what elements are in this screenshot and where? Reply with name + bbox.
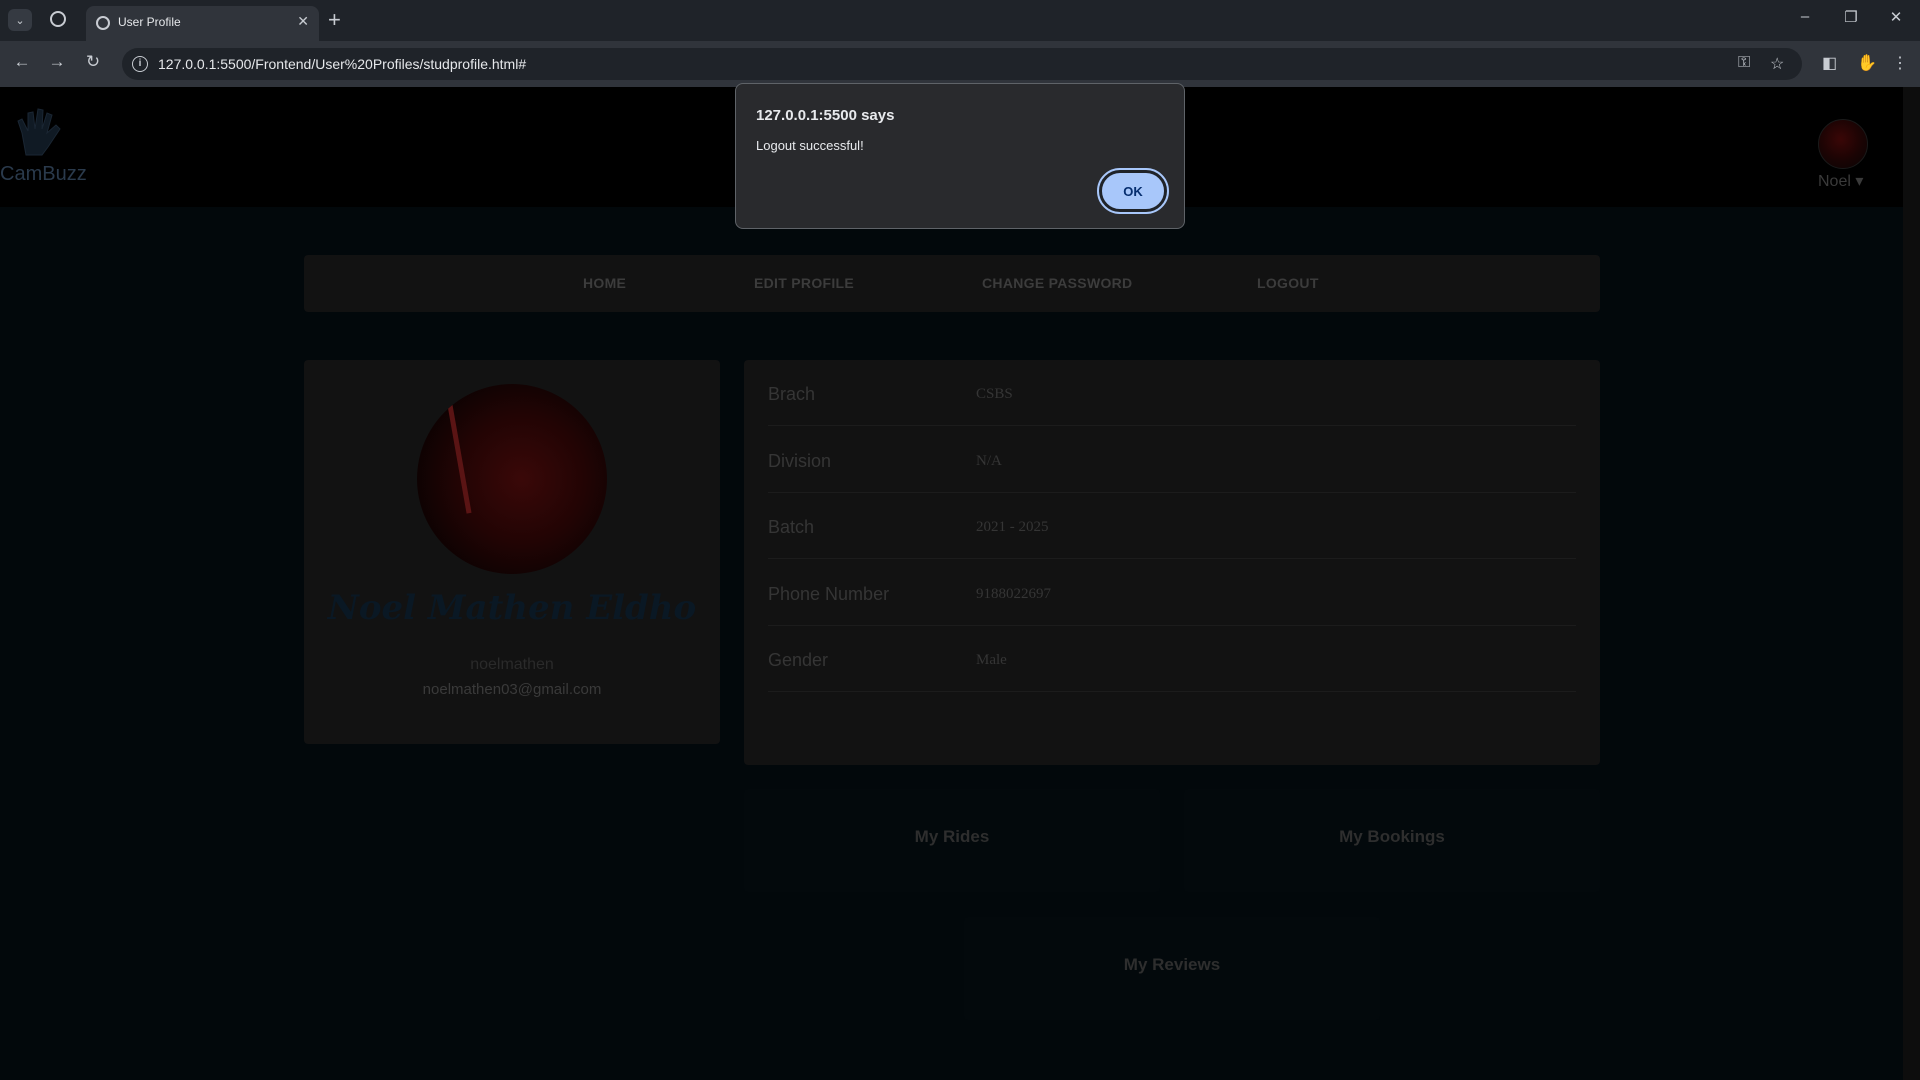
tab-group-icon[interactable]: [50, 11, 66, 27]
reload-icon[interactable]: ↻: [82, 52, 104, 72]
my-bookings-card[interactable]: My Bookings: [1184, 789, 1600, 892]
my-rides-card[interactable]: My Rides: [744, 789, 1160, 892]
browser-titlebar: ⌄ User Profile ✕ + – ❐ ✕: [0, 0, 1920, 41]
close-window-icon[interactable]: ✕: [1886, 8, 1906, 26]
page-viewport: CamBuzz Noel ▾ HOME EDIT PROFILE CHANGE …: [0, 87, 1903, 1080]
nav-change-password[interactable]: CHANGE PASSWORD: [982, 275, 1132, 291]
star-icon[interactable]: ☆: [1770, 54, 1784, 74]
my-rides-label: My Rides: [914, 827, 990, 846]
page-scrollbar[interactable]: [1903, 87, 1920, 1080]
profile-picture: [417, 384, 607, 574]
detail-label: Batch: [768, 517, 815, 537]
new-tab-button[interactable]: +: [328, 6, 341, 34]
site-info-icon[interactable]: i: [132, 56, 148, 72]
address-bar[interactable]: i 127.0.0.1:5500/Frontend/User%20Profile…: [122, 48, 1802, 80]
restore-icon[interactable]: ❐: [1841, 8, 1861, 26]
menu-kebab-icon[interactable]: ⋮: [1892, 53, 1908, 73]
detail-value: 2021 - 2025: [976, 519, 1049, 535]
dialog-message: Logout successful!: [756, 138, 864, 153]
detail-label: Division: [768, 451, 832, 471]
profile-card: Noel Mathen Eldho noelmathen noelmathen0…: [304, 360, 720, 744]
profile-username: noelmathen: [470, 656, 554, 673]
nav-home[interactable]: HOME: [583, 275, 626, 291]
site-logo-text[interactable]: CamBuzz: [0, 163, 87, 186]
side-panel-icon[interactable]: ◧: [1822, 53, 1837, 73]
detail-label: Phone Number: [768, 584, 890, 604]
detail-row-batch: Batch 2021 - 2025: [768, 493, 1576, 559]
extension-icon[interactable]: ✋: [1857, 53, 1877, 73]
profile-main: HOME EDIT PROFILE CHANGE PASSWORD LOGOUT…: [0, 207, 1903, 1080]
detail-row-gender: Gender Male: [768, 626, 1576, 692]
detail-value: CSBS: [976, 386, 1013, 402]
dialog-title: 127.0.0.1:5500 says: [756, 107, 895, 124]
details-card: Brach CSBS Division N/A Batch 2021 - 202…: [744, 360, 1600, 765]
nav-edit-profile[interactable]: EDIT PROFILE: [754, 275, 854, 291]
my-reviews-label: My Reviews: [1123, 955, 1221, 974]
url-text[interactable]: 127.0.0.1:5500/Frontend/User%20Profiles/…: [158, 56, 526, 72]
my-reviews-card[interactable]: My Reviews: [964, 917, 1380, 1020]
chevron-down-icon: ⌄: [15, 14, 25, 27]
detail-label: Brach: [768, 384, 816, 404]
minimize-icon[interactable]: –: [1795, 8, 1815, 25]
avatar[interactable]: [1818, 119, 1868, 169]
browser-toolbar: ← → ↻ i 127.0.0.1:5500/Frontend/User%20P…: [0, 41, 1920, 87]
detail-value: 9188022697: [976, 586, 1051, 602]
key-icon[interactable]: ⚿: [1738, 54, 1750, 72]
hand-logo-icon[interactable]: [12, 107, 68, 157]
back-arrow-icon[interactable]: ←: [11, 52, 33, 72]
profile-navbar: HOME EDIT PROFILE CHANGE PASSWORD LOGOUT: [304, 255, 1600, 312]
tab-close-icon[interactable]: ✕: [297, 13, 309, 30]
profile-full-name: Noel Mathen Eldho: [327, 588, 697, 628]
globe-icon: [96, 16, 110, 30]
detail-row-branch: Brach CSBS: [768, 360, 1576, 426]
detail-value: Male: [976, 652, 1007, 668]
profile-email: noelmathen03@gmail.com: [422, 681, 602, 698]
detail-row-division: Division N/A: [768, 427, 1576, 493]
nav-logout[interactable]: LOGOUT: [1257, 275, 1319, 291]
detail-label: Gender: [768, 650, 829, 670]
detail-value: N/A: [976, 453, 1002, 469]
my-bookings-label: My Bookings: [1339, 827, 1445, 846]
detail-row-phone: Phone Number 9188022697: [768, 560, 1576, 626]
browser-tab[interactable]: User Profile ✕: [86, 6, 319, 41]
forward-arrow-icon[interactable]: →: [46, 52, 68, 72]
dialog-ok-button[interactable]: OK: [1097, 168, 1169, 214]
tab-title: User Profile: [118, 15, 181, 29]
tab-search-button[interactable]: ⌄: [8, 9, 32, 31]
alert-dialog: 127.0.0.1:5500 says Logout successful! O…: [735, 83, 1185, 229]
user-menu-toggle[interactable]: Noel ▾: [1818, 171, 1863, 191]
